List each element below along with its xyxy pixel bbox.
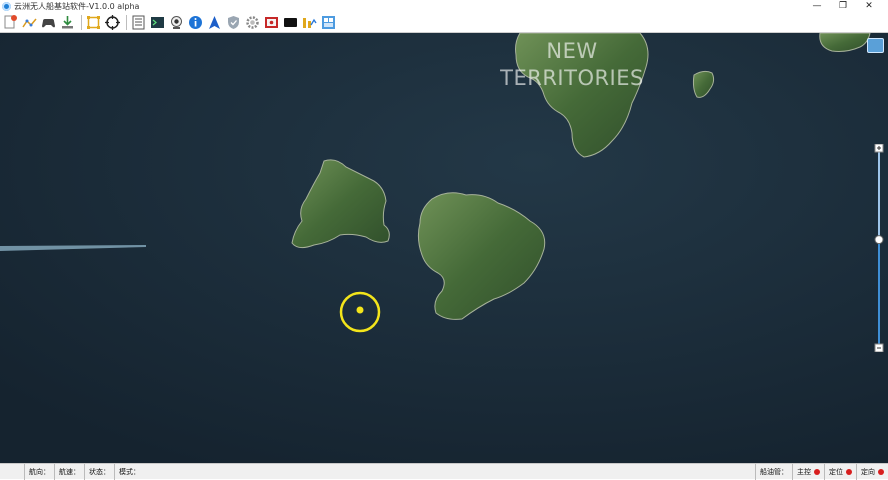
waypoint-tool-icon[interactable] bbox=[21, 14, 38, 31]
main-control-label: 主控 bbox=[797, 467, 811, 476]
video-icon[interactable] bbox=[263, 14, 280, 31]
new-mission-icon[interactable] bbox=[2, 14, 19, 31]
toolbar-separator bbox=[81, 15, 82, 30]
direction-indicator-icon bbox=[878, 468, 884, 475]
terminal-icon[interactable] bbox=[149, 14, 166, 31]
status-bar: 航向： 航速： 状态： 模式： 船油管： 主控 定位 定向 bbox=[0, 463, 888, 480]
window-layout-icon[interactable] bbox=[320, 14, 337, 31]
info-icon[interactable] bbox=[187, 14, 204, 31]
camera-icon[interactable] bbox=[168, 14, 185, 31]
direction-label: 定向 bbox=[861, 467, 875, 476]
positioning-label: 定位 bbox=[829, 467, 843, 476]
gamepad-icon[interactable] bbox=[40, 14, 57, 31]
zoom-slider[interactable] bbox=[874, 144, 884, 352]
download-icon[interactable] bbox=[59, 14, 76, 31]
log-list-icon[interactable] bbox=[130, 14, 147, 31]
title-bar: 云洲无人船基站软件-V1.0.0 alpha — ❐ ✕ bbox=[0, 0, 888, 13]
navigation-arrow-icon[interactable] bbox=[206, 14, 223, 31]
layer-switch-button[interactable] bbox=[867, 38, 884, 53]
map-label-line1: NEW bbox=[546, 39, 598, 63]
direction-status: 定向 bbox=[856, 463, 888, 480]
ship-control-status: 船油管： bbox=[755, 463, 792, 480]
map-region-label: NEW TERRITORIES bbox=[494, 38, 650, 92]
app-logo-icon bbox=[2, 2, 11, 11]
toolbar bbox=[0, 13, 888, 33]
satellite-imagery bbox=[0, 33, 888, 463]
fit-bounds-icon[interactable] bbox=[85, 14, 102, 31]
target-marker-dot bbox=[356, 306, 364, 314]
map-view[interactable]: NEW TERRITORIES bbox=[0, 33, 888, 463]
close-button[interactable]: ✕ bbox=[856, 0, 882, 13]
zoom-track-fill bbox=[878, 239, 880, 346]
mode-status: 模式： bbox=[114, 463, 144, 480]
speed-status: 航速： bbox=[54, 463, 84, 480]
main-control-indicator-icon bbox=[814, 468, 820, 475]
positioning-status: 定位 bbox=[824, 463, 856, 480]
toolbar-separator bbox=[126, 15, 127, 30]
window-controls: — ❐ ✕ bbox=[804, 0, 882, 13]
chart-tool-icon[interactable] bbox=[301, 14, 318, 31]
crosshair-icon[interactable] bbox=[104, 14, 121, 31]
main-control-status: 主控 bbox=[792, 463, 824, 480]
heading-status: 航向： bbox=[24, 463, 54, 480]
settings-gear-icon[interactable] bbox=[244, 14, 261, 31]
state-status: 状态： bbox=[84, 463, 114, 480]
monitor-icon[interactable] bbox=[282, 14, 299, 31]
shield-icon[interactable] bbox=[225, 14, 242, 31]
positioning-indicator-icon bbox=[846, 468, 852, 475]
restore-button[interactable]: ❐ bbox=[830, 0, 856, 13]
zoom-thumb[interactable] bbox=[874, 235, 884, 245]
window-title: 云洲无人船基站软件-V1.0.0 alpha bbox=[14, 2, 140, 11]
map-label-line2: TERRITORIES bbox=[500, 66, 644, 90]
minimize-button[interactable]: — bbox=[804, 0, 830, 13]
